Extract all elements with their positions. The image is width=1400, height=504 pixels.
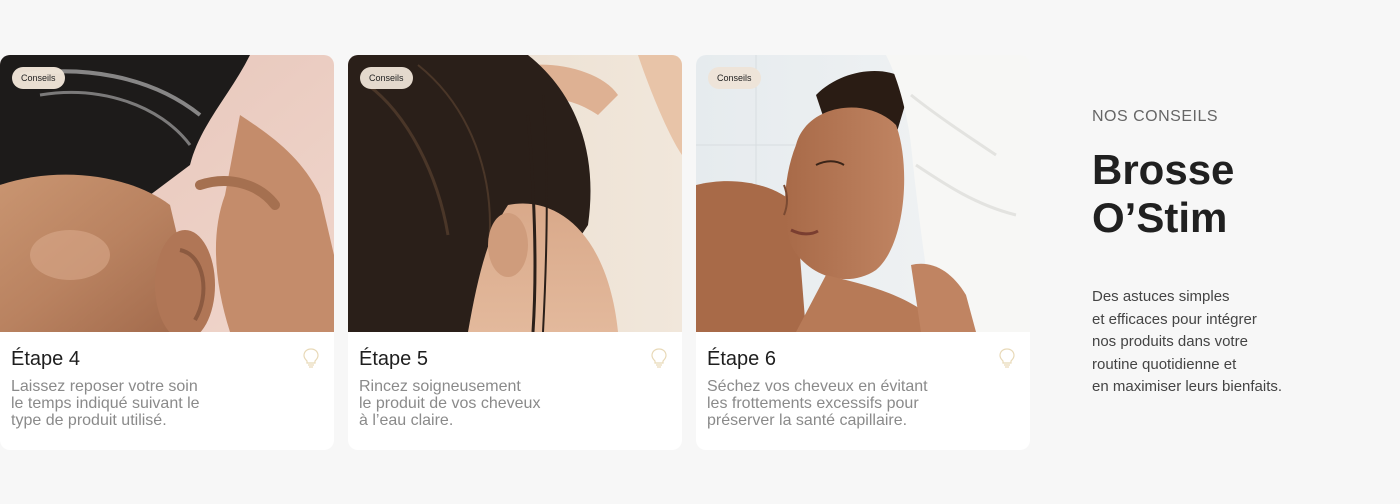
category-badge: Conseils bbox=[12, 67, 65, 89]
category-badge: Conseils bbox=[360, 67, 413, 89]
tip-card-step-4[interactable]: Conseils Étape 4 Laissez reposer votre s… bbox=[0, 55, 334, 450]
tip-image-step-6 bbox=[696, 55, 1030, 332]
lightbulb-icon bbox=[651, 348, 667, 368]
tips-intro: NOS CONSEILS Brosse O’Stim Des astuces s… bbox=[1092, 108, 1382, 399]
tip-card-step-5[interactable]: Conseils Étape 5 Rincez soigneusement le… bbox=[348, 55, 682, 450]
tip-image-step-5 bbox=[348, 55, 682, 332]
section-eyebrow: NOS CONSEILS bbox=[1092, 108, 1219, 125]
lightbulb-icon bbox=[303, 348, 319, 368]
step-title: Étape 4 bbox=[11, 348, 80, 370]
category-badge: Conseils bbox=[708, 67, 761, 89]
lightbulb-icon bbox=[999, 348, 1015, 368]
step-description: Laissez reposer votre soin le temps indi… bbox=[11, 378, 200, 429]
step-title: Étape 6 bbox=[707, 348, 776, 370]
step-title: Étape 5 bbox=[359, 348, 428, 370]
step-description: Séchez vos cheveux en évitant les frotte… bbox=[707, 378, 928, 429]
tip-card-step-6[interactable]: Conseils Étape 6 Séchez vos cheveux en é… bbox=[696, 55, 1030, 450]
step-description: Rincez soigneusement le produit de vos c… bbox=[359, 378, 541, 429]
section-title: Brosse O’Stim bbox=[1092, 146, 1235, 241]
tip-image-step-4 bbox=[0, 55, 334, 332]
section-description: Des astuces simples et efficaces pour in… bbox=[1092, 288, 1283, 395]
